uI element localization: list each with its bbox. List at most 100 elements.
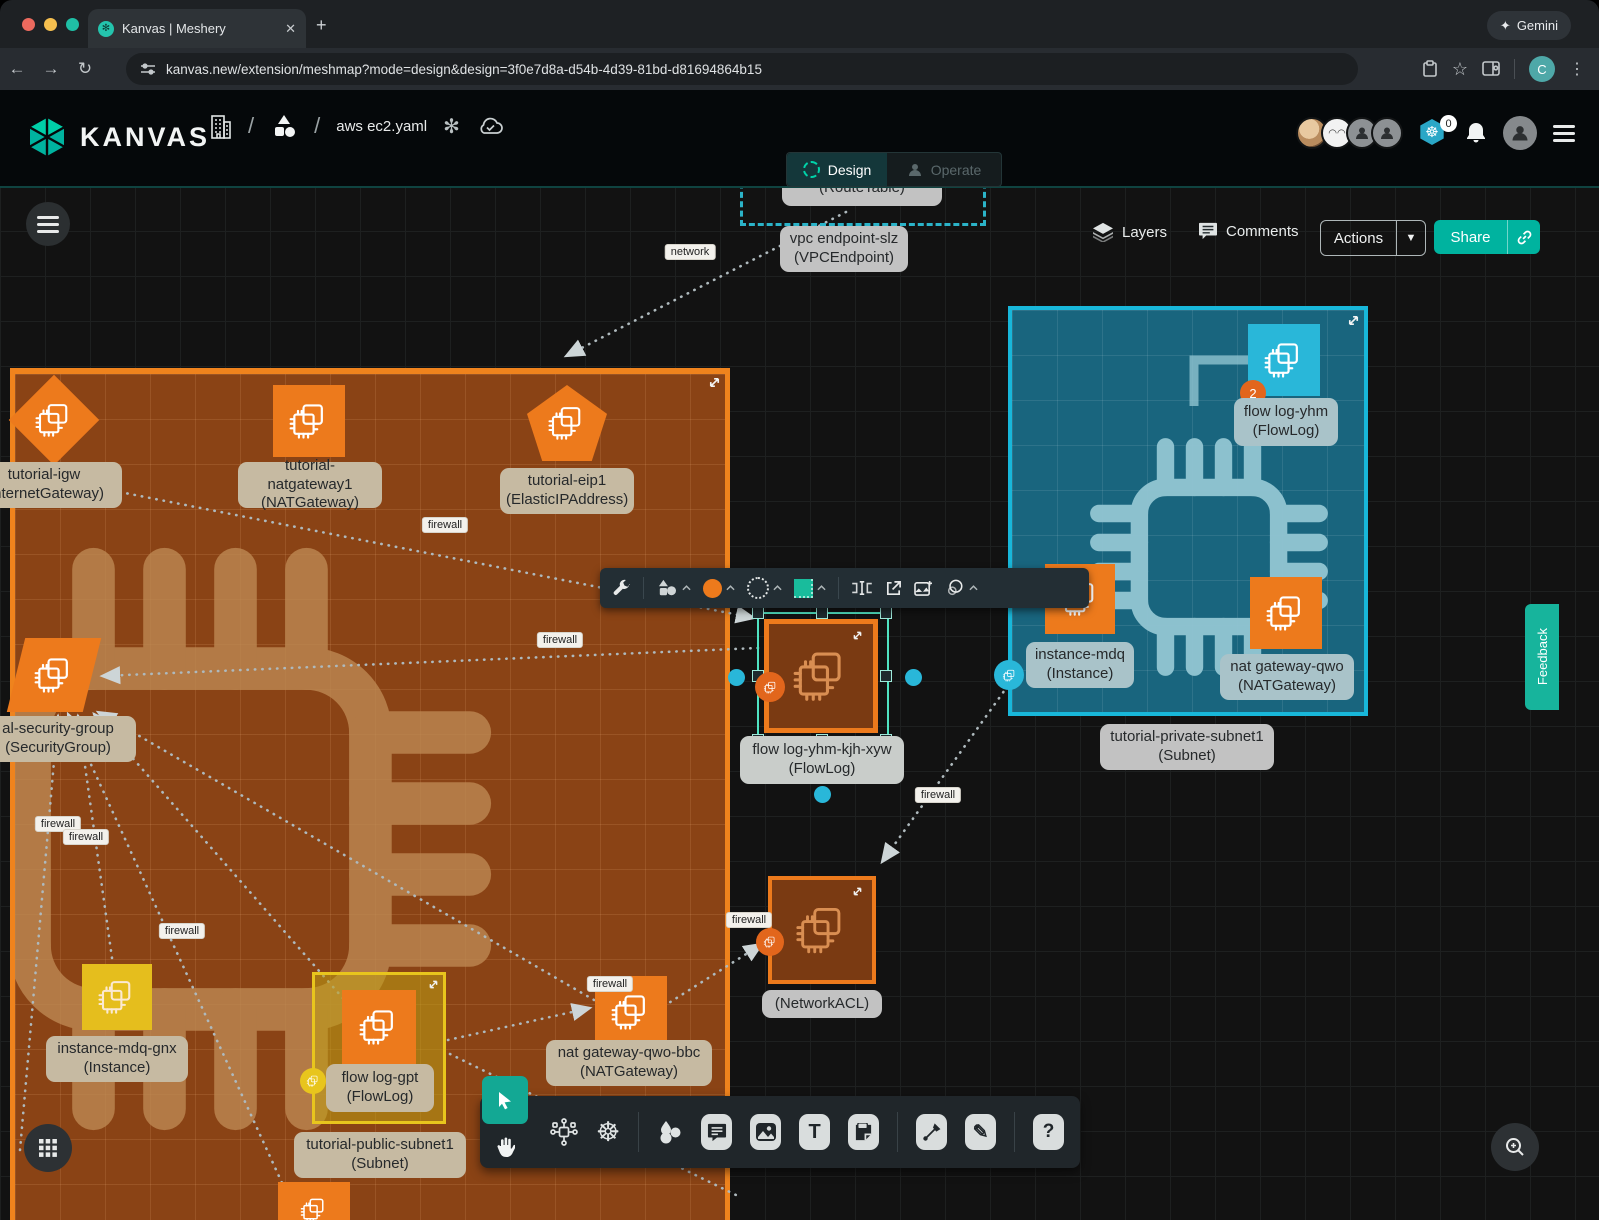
freehand-draw-tool[interactable]: ✎ <box>965 1114 996 1150</box>
gemini-button[interactable]: ✦ Gemini <box>1487 11 1571 40</box>
node-label-natgateway1[interactable]: tutorial-natgateway1(NATGateway) <box>238 462 382 508</box>
shapes-tool[interactable] <box>656 579 691 597</box>
connector-dot-left[interactable] <box>728 669 745 686</box>
side-panel-icon[interactable] <box>1482 61 1500 77</box>
resize-handle[interactable] <box>816 607 828 619</box>
browser-profile-avatar[interactable]: C <box>1529 56 1555 82</box>
node-nat-gateway-1[interactable] <box>273 385 345 457</box>
workspace-shapes-icon[interactable] <box>270 113 298 139</box>
expand-node-icon[interactable] <box>428 979 439 990</box>
back-button[interactable]: ← <box>0 59 34 79</box>
cloud-save-icon[interactable] <box>476 116 504 136</box>
edge-label-network: network <box>665 244 716 260</box>
shape-fill-tool[interactable] <box>794 579 826 598</box>
organization-icon[interactable] <box>206 112 232 140</box>
bookmark-list-icon[interactable] <box>1422 60 1438 78</box>
node-flowlog-gpt[interactable] <box>342 990 416 1064</box>
app-title: KANVAS <box>80 122 210 153</box>
browser-tab[interactable]: ✻ Kanvas | Meshery ✕ <box>88 9 306 48</box>
add-image-icon[interactable] <box>914 580 933 597</box>
layers-control[interactable]: Layers <box>1092 222 1167 242</box>
layers-icon <box>1092 222 1114 242</box>
apps-grid-button[interactable] <box>24 1124 72 1172</box>
border-style-tool[interactable] <box>747 577 782 599</box>
address-bar[interactable]: kanvas.new/extension/meshmap?mode=design… <box>126 53 1358 85</box>
canvas-menu-button[interactable] <box>26 202 70 246</box>
header-menu-icon[interactable] <box>1553 125 1575 142</box>
url-text: kanvas.new/extension/meshmap?mode=design… <box>166 62 762 77</box>
node-label-security-group[interactable]: al-security-group(SecurityGroup) <box>0 716 136 762</box>
notifications-bell-icon[interactable] <box>1465 121 1487 145</box>
feedback-tab[interactable]: Feedback <box>1525 604 1559 710</box>
node-label-network-acl[interactable]: (NetworkACL) <box>762 990 882 1018</box>
select-tool[interactable] <box>482 1076 528 1124</box>
node-label-instance-gnx[interactable]: instance-mdq-gnx(Instance) <box>46 1036 188 1082</box>
node-nat-gateway-qwo[interactable] <box>1250 577 1322 649</box>
connector-pen-tool[interactable] <box>916 1114 947 1150</box>
node-label-natgw-bbc[interactable]: nat gateway-qwo-bbc(NATGateway) <box>546 1040 712 1086</box>
shapes-panel-tool[interactable] <box>657 1119 683 1145</box>
node-label-flowlog-selected[interactable]: flow log-yhm-kjh-xyw(FlowLog) <box>740 736 904 784</box>
expand-node-icon[interactable] <box>852 886 863 897</box>
rename-tool-icon[interactable] <box>851 580 873 596</box>
node-label-igw[interactable]: tutorial-igw(InternetGateway) <box>0 462 122 508</box>
meshery-snowflake-icon[interactable]: ✻ <box>443 114 460 139</box>
node-label-natgw-qwo[interactable]: nat gateway-qwo(NATGateway) <box>1220 654 1354 700</box>
tab-close-icon[interactable]: ✕ <box>285 21 296 37</box>
configure-wrench-icon[interactable] <box>612 579 631 598</box>
resize-handle[interactable] <box>752 607 764 619</box>
design-file-name[interactable]: aws ec2.yaml <box>336 118 427 135</box>
expand-region-icon[interactable] <box>708 376 721 389</box>
text-tool[interactable]: T <box>799 1114 830 1150</box>
window-zoom-button[interactable] <box>66 18 79 31</box>
bookmark-star-icon[interactable]: ☆ <box>1452 59 1468 80</box>
node-partially-offscreen[interactable] <box>278 1182 350 1220</box>
node-label-flowlog-yhm[interactable]: flow log-yhm(FlowLog) <box>1234 398 1338 446</box>
header-right: ◠◠ ☸ 0 <box>1303 116 1575 150</box>
comment-tool[interactable] <box>701 1114 732 1150</box>
pan-tool[interactable] <box>484 1128 526 1166</box>
reload-button[interactable]: ↻ <box>68 59 102 79</box>
user-avatar[interactable] <box>1503 116 1537 150</box>
kubernetes-tool[interactable]: ☸ <box>596 1117 620 1148</box>
node-label-flowlog-gpt[interactable]: flow log-gpt(FlowLog) <box>326 1064 434 1112</box>
image-tool[interactable] <box>750 1114 781 1150</box>
expand-region-icon[interactable] <box>1347 314 1360 327</box>
help-tool[interactable]: ? <box>1033 1114 1064 1150</box>
resize-handle[interactable] <box>880 670 892 682</box>
tab-design[interactable]: Design <box>787 153 887 186</box>
node-label-eip1[interactable]: tutorial-eip1(ElasticIPAddress) <box>500 468 634 514</box>
actions-caret-icon[interactable]: ▼ <box>1397 232 1425 244</box>
avatar[interactable] <box>1371 117 1403 149</box>
expand-node-icon[interactable] <box>852 630 863 641</box>
collaborator-avatars[interactable]: ◠◠ <box>1303 117 1403 149</box>
share-link-icon[interactable] <box>1508 230 1540 245</box>
node-label-public-subnet[interactable]: tutorial-public-subnet1(Subnet) <box>294 1132 466 1178</box>
mesh-components-tool[interactable] <box>550 1118 578 1146</box>
zoom-button[interactable] <box>1491 1123 1539 1171</box>
comments-control[interactable]: Comments <box>1198 222 1299 240</box>
environment-badge[interactable]: ☸ 0 <box>1419 119 1449 147</box>
node-label-private-subnet[interactable]: tutorial-private-subnet1(Subnet) <box>1100 724 1274 770</box>
lasso-tool[interactable] <box>945 579 978 597</box>
forward-button[interactable]: → <box>34 59 68 79</box>
share-button[interactable]: Share <box>1434 220 1540 254</box>
browser-menu-icon[interactable]: ⋮ <box>1569 59 1585 79</box>
open-external-icon[interactable] <box>885 580 902 597</box>
window-close-button[interactable] <box>22 18 35 31</box>
connector-dot-right[interactable] <box>905 669 922 686</box>
site-settings-icon[interactable] <box>140 62 156 76</box>
node-label-instance-mdq[interactable]: instance-mdq(Instance) <box>1026 642 1134 688</box>
window-minimize-button[interactable] <box>44 18 57 31</box>
chevron-up-icon <box>726 585 735 591</box>
tab-operate[interactable]: Operate <box>887 153 1001 186</box>
actions-button[interactable]: Actions ▼ <box>1320 220 1426 256</box>
node-instance-mdq-gnx[interactable] <box>82 964 152 1030</box>
node-label-vpc-endpoint[interactable]: vpc endpoint-slz(VPCEndpoint) <box>780 226 908 272</box>
color-tool[interactable] <box>703 579 735 598</box>
connector-dot-bottom[interactable] <box>814 786 831 803</box>
resize-handle[interactable] <box>880 607 892 619</box>
kanvas-brand[interactable]: KANVAS <box>26 116 210 158</box>
sticky-note-tool[interactable] <box>848 1114 879 1150</box>
new-tab-button[interactable]: + <box>316 16 327 34</box>
